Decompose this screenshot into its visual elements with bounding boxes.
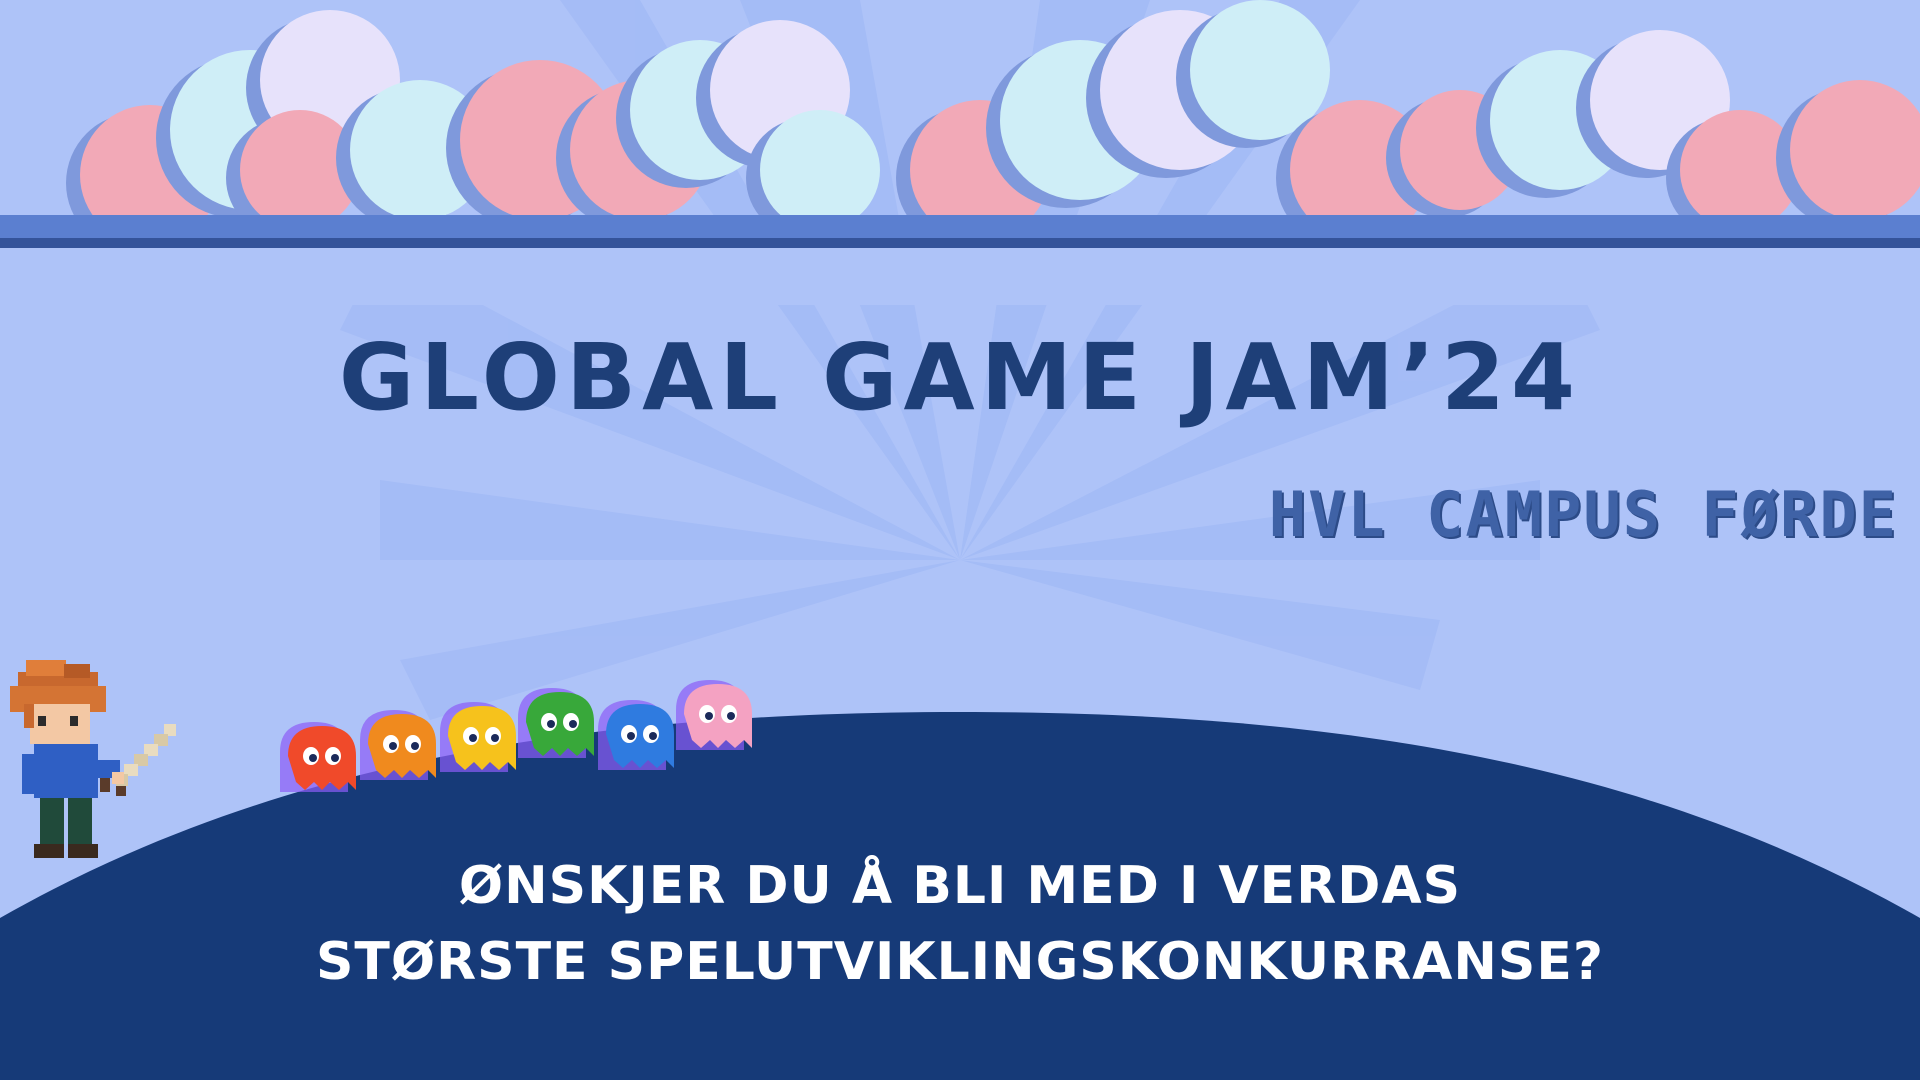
blue-ghost-icon — [598, 700, 674, 770]
pink-ghost-icon — [676, 680, 752, 750]
question-line-1: ØNSKJER DU Å BLI MED I VERDAS — [458, 856, 1462, 916]
pixel-hero-icon — [10, 660, 176, 858]
yellow-ghost-icon — [440, 702, 516, 772]
question-line-2: STØRSTE SPELUTVIKLINGSKONKURRANSE? — [315, 932, 1605, 992]
poster: GLOBAL GAME JAM’24 HVL CAMPUS FØRDE ØNSK… — [0, 0, 1920, 1080]
red-ghost-icon — [280, 722, 356, 792]
invitation-question: ØNSKJER DU Å BLI MED I VERDAS STØRSTE SP… — [0, 848, 1920, 1000]
ghost-parade — [280, 680, 752, 792]
orange-ghost-icon — [360, 710, 436, 780]
green-ghost-icon — [518, 688, 594, 758]
